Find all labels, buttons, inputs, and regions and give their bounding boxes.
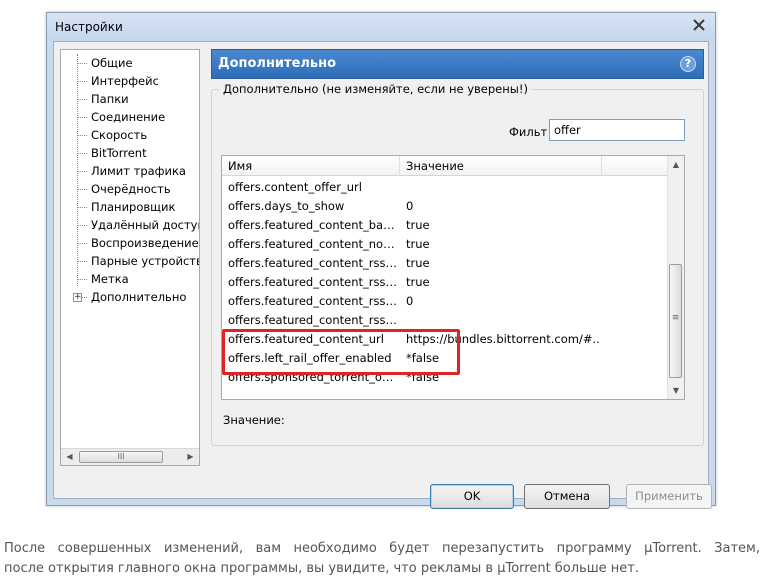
- grip-icon: III: [117, 452, 125, 461]
- title-bar[interactable]: Настройки: [47, 13, 715, 41]
- sidebar-item-label: Соединение: [91, 110, 166, 124]
- row-name: offers.days_to_show: [228, 199, 345, 213]
- row-value: true: [406, 275, 430, 289]
- scrollbar-thumb[interactable]: ≡: [669, 264, 682, 378]
- filter-input[interactable]: [549, 119, 685, 141]
- list-header: Имя Значение: [222, 156, 668, 176]
- list-row[interactable]: offers.featured_content_badge... true: [222, 216, 668, 235]
- list-row[interactable]: offers.left_rail_offer_enabled *false: [222, 349, 668, 368]
- sidebar-item-label: BitTorrent: [91, 146, 147, 160]
- sidebar-item-remote-access[interactable]: Удалённый доступ: [61, 216, 199, 234]
- window-title: Настройки: [55, 20, 123, 34]
- expand-plus-icon[interactable]: +: [73, 293, 82, 302]
- sidebar-item-bittorrent[interactable]: BitTorrent: [61, 144, 199, 162]
- row-name: offers.content_offer_url: [228, 180, 362, 194]
- sidebar-item-label-tag[interactable]: Метка: [61, 270, 199, 288]
- sidebar-item-folders[interactable]: Папки: [61, 90, 199, 108]
- sidebar-item-connection[interactable]: Соединение: [61, 108, 199, 126]
- list-row[interactable]: offers.featured_content_rss_en... true: [222, 254, 668, 273]
- scroll-up-arrow-icon[interactable]: ▲: [668, 156, 684, 173]
- settings-list: Имя Значение offers.content_offer_url of…: [221, 155, 685, 400]
- row-value: 0: [406, 294, 414, 308]
- settings-tree: Общие Интерфейс Папки Соединение Скорост…: [60, 49, 200, 466]
- close-icon[interactable]: [689, 16, 709, 33]
- row-name: offers.featured_content_rss_url: [228, 313, 398, 327]
- ok-button[interactable]: OK: [430, 484, 514, 509]
- scrollbar-thumb[interactable]: III: [79, 451, 163, 463]
- sidebar-item-label: Лимит трафика: [91, 164, 186, 178]
- row-value: true: [406, 256, 430, 270]
- column-header-value[interactable]: Значение: [400, 156, 602, 176]
- row-name: offers.featured_content_url: [228, 332, 384, 346]
- scroll-left-arrow-icon[interactable]: ◀: [61, 449, 78, 465]
- value-label: Значение:: [223, 413, 285, 427]
- sidebar-item-queueing[interactable]: Очерёдность: [61, 180, 199, 198]
- scroll-right-arrow-icon[interactable]: ▶: [182, 449, 199, 465]
- filter-label: Фильт: [509, 125, 548, 139]
- list-vertical-scrollbar[interactable]: ▲ ≡ ▼: [667, 156, 684, 399]
- grip-icon: ≡: [671, 313, 680, 323]
- row-name: offers.sponsored_torrent_offer...: [228, 370, 398, 384]
- row-value: true: [406, 237, 430, 251]
- scroll-down-arrow-icon[interactable]: ▼: [668, 382, 684, 399]
- sidebar-item-label: Метка: [91, 272, 129, 286]
- apply-button[interactable]: Применить: [626, 484, 712, 509]
- dialog-client-area: Общие Интерфейс Папки Соединение Скорост…: [53, 41, 712, 509]
- list-row[interactable]: offers.featured_content_rss_url: [222, 311, 668, 330]
- panel-title: Дополнительно: [218, 56, 337, 71]
- list-row[interactable]: offers.sponsored_torrent_offer... *false: [222, 368, 668, 387]
- cancel-button[interactable]: Отмена: [524, 484, 610, 509]
- sidebar-item-label: Удалённый доступ: [91, 218, 199, 232]
- list-row[interactable]: offers.featured_content_notific... true: [222, 235, 668, 254]
- sidebar-item-advanced[interactable]: + Дополнительно: [61, 288, 199, 306]
- row-value: true: [406, 218, 430, 232]
- advanced-panel: Дополнительно ? Дополнительно (не изменя…: [211, 49, 704, 466]
- row-value: https://bundles.bittorrent.com/#...: [406, 332, 600, 346]
- row-value: 0: [406, 199, 414, 213]
- list-row[interactable]: offers.featured_content_rss_up... 0: [222, 292, 668, 311]
- sidebar-item-label: Папки: [91, 92, 129, 106]
- sidebar-item-label: Интерфейс: [91, 74, 159, 88]
- list-row[interactable]: offers.days_to_show 0: [222, 197, 668, 216]
- help-icon[interactable]: ?: [680, 56, 696, 72]
- sidebar-item-general[interactable]: Общие: [61, 54, 199, 72]
- sidebar-item-label: Парные устройства: [91, 254, 199, 268]
- column-header-name[interactable]: Имя: [222, 156, 400, 176]
- sidebar-item-label: Планировщик: [91, 200, 176, 214]
- sidebar-item-speed[interactable]: Скорость: [61, 126, 199, 144]
- caption-line-1: После совершенных изменений, вам необход…: [4, 541, 760, 556]
- sidebar-item-label: Воспроизведение: [91, 236, 199, 250]
- advanced-groupbox: Дополнительно (не изменяйте, если не уве…: [211, 82, 704, 446]
- sidebar-item-playback[interactable]: Воспроизведение: [61, 234, 199, 252]
- row-name: offers.featured_content_badge...: [228, 218, 398, 232]
- sidebar-item-label: Дополнительно: [91, 290, 187, 304]
- list-row[interactable]: offers.featured_content_url https://bundl…: [222, 330, 668, 349]
- row-name: offers.featured_content_rss_ra...: [228, 275, 398, 289]
- row-name: offers.featured_content_rss_en...: [228, 256, 398, 270]
- row-name: offers.left_rail_offer_enabled: [228, 351, 392, 365]
- row-name: offers.featured_content_rss_up...: [228, 294, 398, 308]
- sidebar-item-label: Скорость: [91, 128, 148, 142]
- row-value: *false: [406, 370, 440, 384]
- list-row[interactable]: offers.content_offer_url: [222, 178, 668, 197]
- caption-line-2: после открытия главного окна программы, …: [4, 561, 639, 576]
- row-value: *false: [406, 351, 440, 365]
- sidebar-item-interface[interactable]: Интерфейс: [61, 72, 199, 90]
- sidebar-item-scheduler[interactable]: Планировщик: [61, 198, 199, 216]
- tree-list: Общие Интерфейс Папки Соединение Скорост…: [61, 54, 199, 306]
- tree-horizontal-scrollbar[interactable]: ◀ III ▶: [61, 448, 199, 465]
- sidebar-item-paired-devices[interactable]: Парные устройства: [61, 252, 199, 270]
- sidebar-item-traffic-limit[interactable]: Лимит трафика: [61, 162, 199, 180]
- list-rows: offers.content_offer_url offers.days_to_…: [222, 178, 668, 387]
- sidebar-item-label: Очерёдность: [91, 182, 171, 196]
- row-name: offers.featured_content_notific...: [228, 237, 398, 251]
- group-legend: Дополнительно (не изменяйте, если не уве…: [220, 82, 531, 96]
- sidebar-item-label: Общие: [91, 56, 133, 70]
- list-row[interactable]: offers.featured_content_rss_ra... true: [222, 273, 668, 292]
- panel-header: Дополнительно ?: [211, 49, 704, 79]
- settings-window: Настройки Общие Интерфейс Папки Соединен…: [46, 12, 716, 509]
